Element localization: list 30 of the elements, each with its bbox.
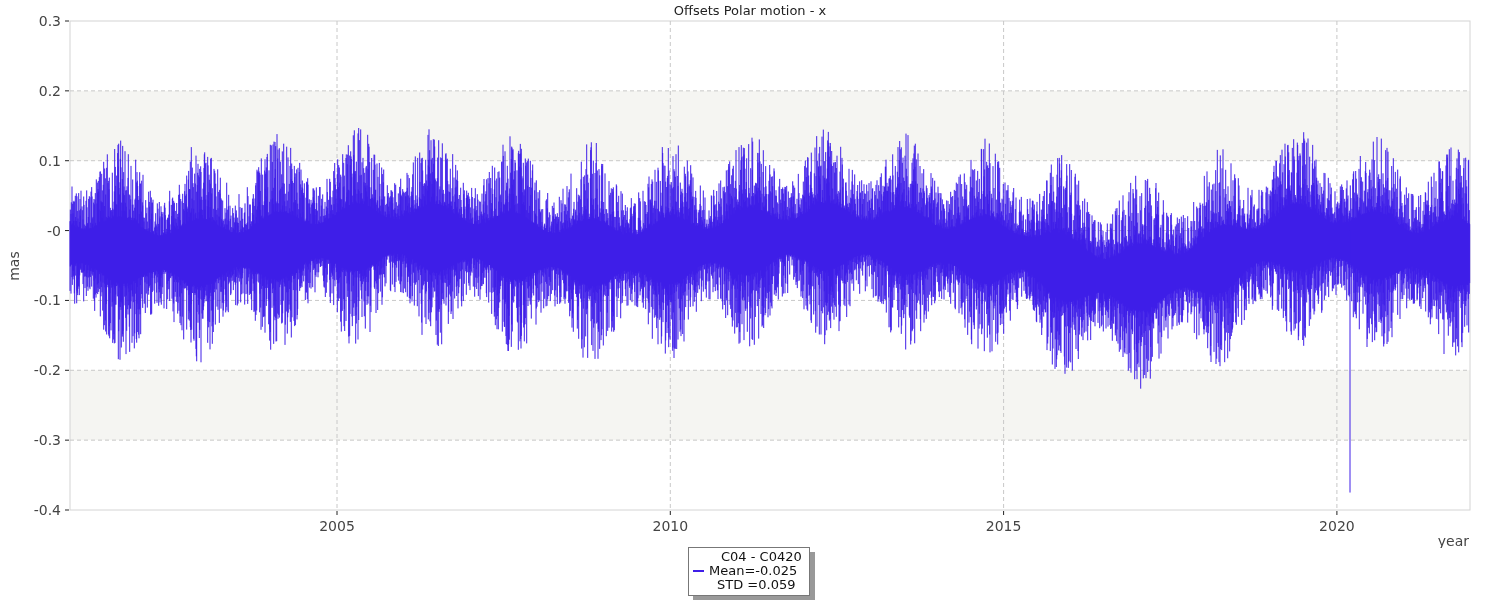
chart-title: Offsets Polar motion - x bbox=[673, 3, 827, 18]
x-axis-tick bbox=[1336, 510, 1338, 516]
x-tick-label: 2010 bbox=[652, 518, 689, 534]
x-tick-label: 2005 bbox=[319, 518, 355, 534]
y-axis-tick bbox=[64, 299, 70, 301]
x-tick-label: 2015 bbox=[985, 518, 1022, 534]
y-axis-tick bbox=[64, 20, 70, 22]
y-axis-tick bbox=[64, 439, 70, 441]
y-tick-label: -0.4 bbox=[33, 502, 61, 518]
x-axis-tick bbox=[669, 510, 671, 516]
y-tick-label: -0.2 bbox=[33, 362, 61, 379]
legend-text: Mean=-0.025 bbox=[709, 564, 798, 578]
legend-text: STD =0.059 bbox=[717, 578, 796, 592]
y-axis-tick bbox=[64, 509, 70, 511]
y-axis-tick bbox=[64, 90, 70, 92]
x-axis-tick bbox=[336, 510, 338, 516]
y-axis-tick bbox=[64, 160, 70, 162]
y-axis-tick bbox=[64, 369, 70, 371]
y-tick-label: 0.1 bbox=[38, 152, 61, 169]
y-tick-label: 0.2 bbox=[38, 82, 61, 99]
y-tick-label: 0.3 bbox=[38, 13, 61, 29]
x-tick-label: 2020 bbox=[1319, 518, 1355, 534]
y-axis-title: mas bbox=[6, 251, 22, 281]
x-axis-title: year bbox=[1437, 533, 1469, 548]
y-tick-label: -0.1 bbox=[33, 292, 61, 309]
y-axis-tick bbox=[64, 230, 70, 232]
y-tick-label: -0.3 bbox=[33, 432, 61, 449]
legend-text: C04 - C0420 bbox=[721, 550, 802, 564]
y-tick-label: -0 bbox=[47, 222, 61, 239]
x-axis-tick bbox=[1003, 510, 1005, 516]
